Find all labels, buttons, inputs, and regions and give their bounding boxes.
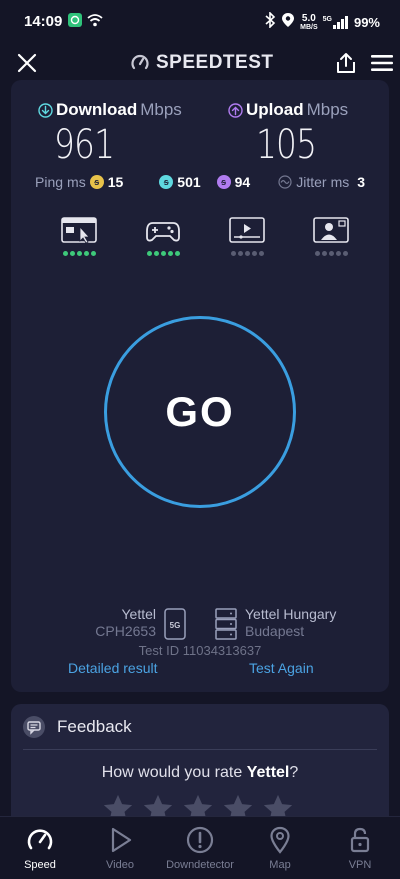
upload-metric: Upload Mbps 105 [228,100,348,168]
alert-icon [186,826,214,854]
web-browsing-rating-dots [62,251,96,256]
latency-row: Ping ms ᵴ 15 ᵴ 501 ᵴ 94 Jitter ms 3 [35,174,371,190]
provider-name: Yettel [121,606,156,622]
wifi-icon [87,13,103,32]
app-notification-icon [68,13,82,32]
detailed-result-link[interactable]: Detailed result [68,660,158,676]
upload-ping-icon: ᵴ [216,175,231,189]
upload-value: 105 [256,122,317,168]
gaming-icon [146,222,180,242]
ping-idle-value: 15 [107,174,124,190]
feedback-title: Feedback [57,717,132,736]
brand-logo: SPEEDTEST [130,52,273,74]
lock-icon [350,827,370,853]
bottom-navigation: Speed Video Downdetector Map VPN [0,816,400,879]
video-call-icon [313,217,349,243]
download-unit: Mbps [140,100,182,119]
jitter-label: Jitter [296,174,327,190]
phone-5g-icon: 5G [164,608,186,645]
battery-level: 99% [353,15,380,30]
share-icon [337,53,355,73]
video-streaming-rating-dots [230,251,264,256]
map-pin-icon [270,826,290,854]
experience-ratings [59,217,351,256]
result-card: Download Mbps 961 Upload Mbps 105 Ping m… [11,80,389,692]
server-city: Budapest [245,623,305,639]
gaming-rating[interactable] [143,217,183,256]
feedback-card: Feedback How would you rate Yettel? [11,704,389,834]
jitter-unit: ms [330,174,350,190]
go-button[interactable]: GO [104,316,296,508]
upload-arrow-icon [228,102,243,118]
close-button[interactable] [16,52,38,74]
jitter-value: 3 [357,174,366,190]
brand-title: SPEEDTEST [156,52,274,73]
download-metric: Download Mbps 961 [38,100,182,168]
nav-vpn-label: VPN [348,859,372,871]
feedback-brand: Yettel [246,764,290,781]
feedback-divider [23,749,377,750]
connection-info: Yettel CPH2653 5G Yettel Hungary Budapes… [11,606,389,646]
ping-upload-value: 94 [234,174,251,190]
speedtest-logo-icon [131,54,149,70]
idle-ping-icon: ᵴ [89,175,104,189]
nav-downdetector[interactable]: Downdetector [160,817,240,879]
status-time: 14:09 [24,13,63,30]
ping-download-group: ᵴ 501 [159,174,201,190]
nav-vpn[interactable]: VPN [320,817,400,879]
test-again-link[interactable]: Test Again [249,660,314,676]
signal-icon: 5G [323,16,349,29]
svg-text:5G: 5G [170,621,181,630]
speedometer-icon [27,829,53,850]
upload-unit: Mbps [306,100,349,119]
feedback-question: How would you rate Yettel? [101,764,299,781]
nav-map[interactable]: Map [240,817,320,879]
video-call-rating[interactable] [311,217,351,256]
feedback-chat-icon [23,716,45,738]
status-bar: 14:09 5.0 MB/S 5G 99% [0,0,400,42]
ping-download-value: 501 [177,174,201,190]
network-speed: 5.0 MB/S [300,13,318,32]
nav-video[interactable]: Video [80,817,160,879]
bluetooth-icon [264,11,276,33]
download-ping-icon: ᵴ [159,175,174,189]
ping-unit: ms [67,174,86,190]
nav-downdetector-label: Downdetector [166,859,234,871]
server-icon [215,608,237,645]
server-info[interactable]: Yettel Hungary Budapest [245,606,336,640]
test-id: Test ID 11034313637 [138,643,262,658]
provider-info: Yettel CPH2653 [95,606,156,640]
server-name: Yettel Hungary [245,606,337,622]
jitter-icon [278,175,292,189]
close-icon [17,53,37,73]
hamburger-menu-icon [371,55,393,71]
video-streaming-icon [229,217,265,243]
web-browsing-rating[interactable] [59,217,99,256]
video-call-rating-dots [314,251,348,256]
video-streaming-rating[interactable] [227,217,267,256]
location-icon [281,12,295,33]
download-label: Download [56,100,138,119]
app-header: SPEEDTEST [0,42,400,82]
jitter-group: Jitter ms 3 [278,174,365,190]
nav-speed[interactable]: Speed [0,817,80,879]
nav-video-label: Video [106,859,134,871]
upload-label: Upload [246,100,304,119]
gaming-rating-dots [146,251,180,256]
share-button[interactable] [335,51,357,75]
ping-upload-group: ᵴ 94 [216,174,251,190]
download-arrow-icon [38,102,53,118]
download-value: 961 [54,122,115,168]
nav-map-label: Map [269,859,291,871]
device-model: CPH2653 [95,623,156,639]
menu-button[interactable] [371,54,393,72]
web-browsing-icon [61,217,97,244]
nav-speed-label: Speed [24,859,56,871]
play-icon [111,827,132,853]
ping-label: Ping [35,174,64,190]
ping-group: Ping ms ᵴ 15 [35,174,123,190]
